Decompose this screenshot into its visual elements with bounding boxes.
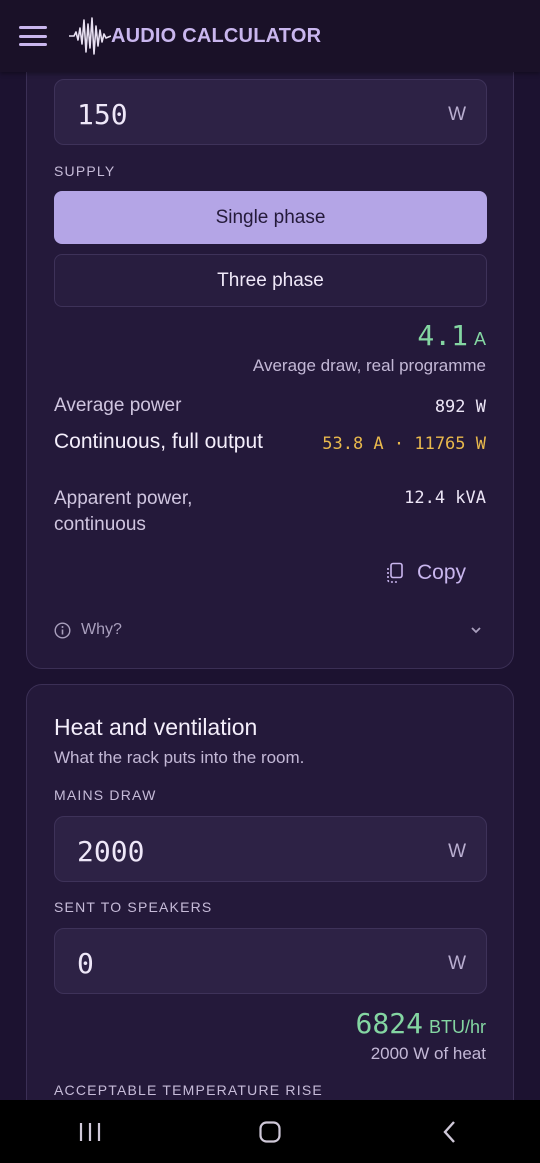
current-result: 4.1 A [417,319,486,352]
power-card: 150 W SUPPLY Single phase Three phase 4.… [26,72,514,669]
current-result-value: 4.1 [417,319,468,352]
mains-draw-input[interactable]: 2000 W [54,816,487,882]
system-nav-bar [0,1100,540,1163]
heat-card: Heat and ventilation What the rack puts … [26,684,514,1100]
copy-icon [387,562,403,583]
hamburger-menu-icon[interactable] [19,26,47,46]
average-power-label: Average power [54,395,182,416]
copy-label: Copy [416,561,466,584]
average-power-value: 892 W [434,397,486,417]
app-title: AUDIO CALCULATOR [111,24,322,47]
why-toggle[interactable]: Why? [54,621,122,639]
home-icon[interactable] [240,1112,300,1152]
supply-label: SUPPLY [54,163,116,179]
power-input-value: 150 [77,98,128,131]
apparent-power-value: 12.4 kVA [404,488,486,508]
power-input-unit: W [448,104,466,125]
chevron-down-icon[interactable] [469,623,483,637]
mains-draw-unit: W [448,841,466,862]
mains-draw-value: 2000 [77,835,145,868]
temperature-rise-label: ACCEPTABLE TEMPERATURE RISE [54,1082,323,1098]
speakers-input[interactable]: 0 W [54,928,487,994]
speakers-unit: W [448,953,466,974]
current-result-caption: Average draw, real programme [252,356,486,375]
scroll-content[interactable]: 150 W SUPPLY Single phase Three phase 4.… [0,72,540,1100]
recent-apps-icon[interactable] [60,1112,120,1152]
heat-result-unit: BTU/hr [428,1017,486,1037]
app-bar: AUDIO CALCULATOR [0,0,540,72]
continuous-label: Continuous, full output [54,430,263,453]
copy-button[interactable]: Copy [385,561,466,585]
three-phase-button[interactable]: Three phase [54,254,487,307]
heat-card-subtitle: What the rack puts into the room. [54,748,305,767]
why-label: Why? [81,621,122,638]
heat-result-value: 6824 [355,1007,423,1040]
info-icon [54,621,71,639]
continuous-value: 53.8 A · 11765 W [322,434,486,454]
power-input[interactable]: 150 W [54,79,487,145]
speakers-label: SENT TO SPEAKERS [54,899,213,915]
current-result-unit: A [473,329,486,349]
back-icon[interactable] [420,1112,480,1152]
mains-draw-label: MAINS DRAW [54,787,157,803]
waveform-icon [69,17,111,55]
heat-result-caption: 2000 W of heat [370,1044,486,1063]
heat-result: 6824 BTU/hr [356,1007,486,1040]
single-phase-button[interactable]: Single phase [54,191,487,244]
heat-card-title: Heat and ventilation [54,714,258,740]
apparent-power-label: Apparent power, continuous [54,488,193,535]
speakers-value: 0 [77,947,94,980]
